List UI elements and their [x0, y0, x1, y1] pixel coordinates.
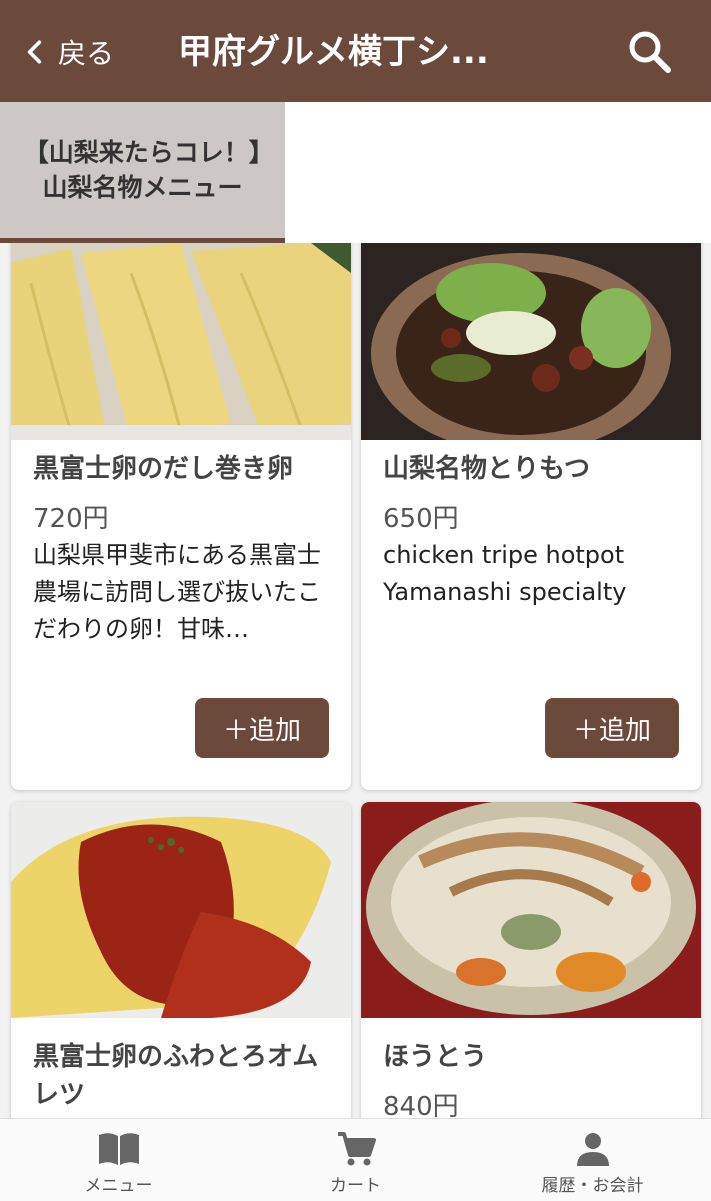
add-button[interactable]: ＋追加: [195, 698, 329, 758]
menu-grid: 黒富士卵のだし巻き卵 720円 山梨県甲斐市にある黒富士農場に訪問し選び抜いたこ…: [0, 243, 711, 1119]
dashimaki-egg-photo: [11, 243, 351, 440]
item-description: 山梨県甲斐市にある黒富士農場に訪問し選び抜いたこだわりの卵！甘味…: [33, 541, 321, 643]
houtou-photo: [361, 802, 701, 1018]
top-bar: 戻る 甲府グルメ横丁シ...: [0, 0, 711, 102]
add-button[interactable]: ＋追加: [545, 698, 679, 758]
back-button[interactable]: 戻る: [22, 30, 114, 74]
omelette-photo: [11, 802, 351, 1018]
menu-card[interactable]: 黒富士卵のふわとろオムレツ: [11, 802, 351, 1119]
back-label: 戻る: [58, 37, 115, 70]
nav-cart-label: カート: [330, 1176, 381, 1196]
item-name: 黒富士卵のだし巻き卵: [33, 454, 294, 484]
person-icon: [576, 1133, 609, 1166]
search-icon[interactable]: [626, 28, 674, 76]
item-price: 650円: [383, 504, 459, 534]
menu-card[interactable]: ほうとう 840円: [361, 802, 701, 1119]
nav-history-label: 履歴・お会計: [541, 1176, 644, 1196]
item-name: 黒富士卵のふわとろオムレツ: [33, 1042, 319, 1110]
item-name: 山梨名物とりもつ: [383, 454, 590, 484]
nav-menu-label: メニュー: [84, 1176, 153, 1196]
nav-history[interactable]: 履歴・お会計: [474, 1119, 711, 1201]
menu-book-icon: [98, 1133, 139, 1165]
chevron-left-icon: [27, 40, 42, 64]
menu-card[interactable]: 山梨名物とりもつ 650円 chicken tripe hotpot Yaman…: [361, 243, 701, 790]
item-description: chicken tripe hotpot Yamanashi specialty: [383, 541, 627, 606]
item-price: 840円: [383, 1092, 459, 1119]
tab-label: 【山梨来たらコレ！】山梨名物メニュー: [23, 138, 262, 202]
cart-icon: [337, 1132, 376, 1166]
menu-card[interactable]: 黒富士卵のだし巻き卵 720円 山梨県甲斐市にある黒富士農場に訪問し選び抜いたこ…: [11, 243, 351, 790]
item-price: 720円: [33, 504, 109, 534]
torimotsu-photo: [361, 243, 701, 440]
nav-cart[interactable]: カート: [237, 1119, 474, 1201]
nav-menu[interactable]: メニュー: [0, 1119, 237, 1201]
category-tabs: 【山梨来たらコレ！】山梨名物メニュー: [0, 102, 711, 243]
item-name: ほうとう: [383, 1042, 488, 1072]
bottom-nav: メニュー カート 履歴・お会計: [0, 1118, 711, 1201]
page-title: 甲府グルメ横丁シ...: [178, 32, 489, 72]
tab-yamanashi-specialty[interactable]: 【山梨来たらコレ！】山梨名物メニュー: [0, 102, 285, 243]
